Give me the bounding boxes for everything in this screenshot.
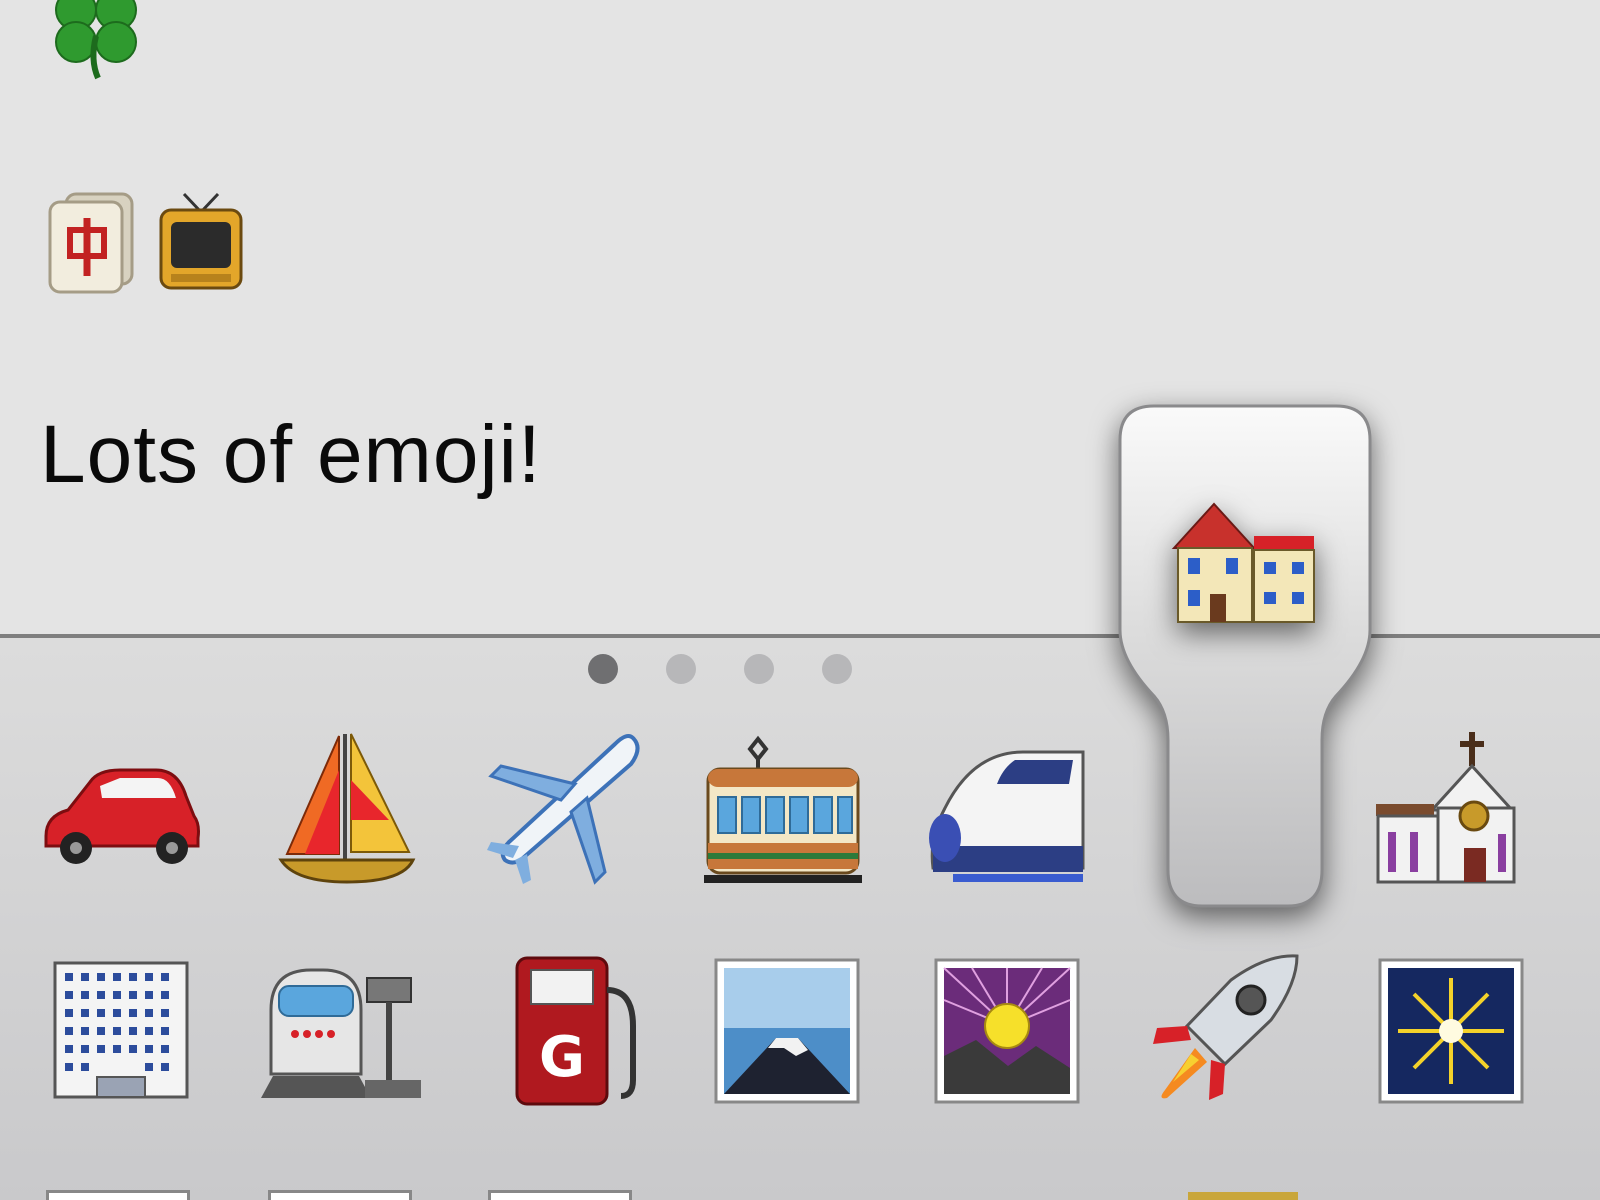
emoji-line-1: [46, 0, 146, 80]
emoji-key-rocket[interactable]: [1140, 940, 1310, 1120]
airplane-icon: [487, 734, 640, 885]
train-station-icon: [261, 968, 421, 1098]
emoji-key-office-building[interactable]: [36, 946, 206, 1116]
popout-bubble: [1118, 404, 1372, 908]
emoji-key-partial-2[interactable]: [268, 1190, 412, 1200]
sailboat-icon: [278, 733, 416, 884]
emoji-key-bullet-train[interactable]: [920, 728, 1090, 898]
emoji-key-sunrise-over-mountains[interactable]: [922, 946, 1092, 1116]
mahjong-tile-icon: [48, 192, 134, 294]
television-icon: [159, 192, 243, 290]
page-dot-3[interactable]: [744, 654, 774, 684]
fuel-pump-icon: G: [515, 956, 636, 1106]
emoji-line-2: [46, 190, 244, 294]
house-icon: [1171, 502, 1315, 623]
emoji-key-mount-fuji[interactable]: [702, 946, 872, 1116]
svg-text:G: G: [539, 1025, 585, 1090]
emoji-key-church[interactable]: [1362, 720, 1532, 900]
office-building-icon: [53, 961, 189, 1099]
emoji-key-airplane[interactable]: [478, 720, 648, 900]
fireworks-icon: [1378, 958, 1524, 1104]
message-text: Lots of emoji!: [40, 409, 542, 500]
page-dot-2[interactable]: [666, 654, 696, 684]
church-icon: [1376, 732, 1516, 884]
tram-car-icon: [704, 735, 862, 883]
key-popout-preview: [1114, 400, 1376, 916]
emoji-key-tram-car[interactable]: [698, 728, 868, 898]
page-dot-4[interactable]: [822, 654, 852, 684]
four-leaf-clover-icon: [55, 0, 137, 80]
page-dot-1[interactable]: [588, 654, 618, 684]
mount-fuji-icon: [714, 958, 860, 1104]
emoji-key-partial-3[interactable]: [488, 1190, 632, 1200]
red-car-icon: [44, 768, 200, 864]
emoji-key-red-car[interactable]: [36, 728, 206, 898]
emoji-key-partial-1[interactable]: [46, 1190, 190, 1200]
emoji-key-partial-4[interactable]: [1188, 1192, 1298, 1200]
emoji-key-fireworks[interactable]: [1366, 946, 1536, 1116]
rocket-icon: [1153, 954, 1299, 1100]
emoji-key-train-station[interactable]: [258, 940, 428, 1120]
sunrise-over-mountains-icon: [934, 958, 1080, 1104]
bullet-train-icon: [929, 750, 1085, 882]
emoji-key-sailboat[interactable]: [262, 720, 432, 900]
emoji-key-fuel-pump[interactable]: G: [484, 940, 654, 1120]
